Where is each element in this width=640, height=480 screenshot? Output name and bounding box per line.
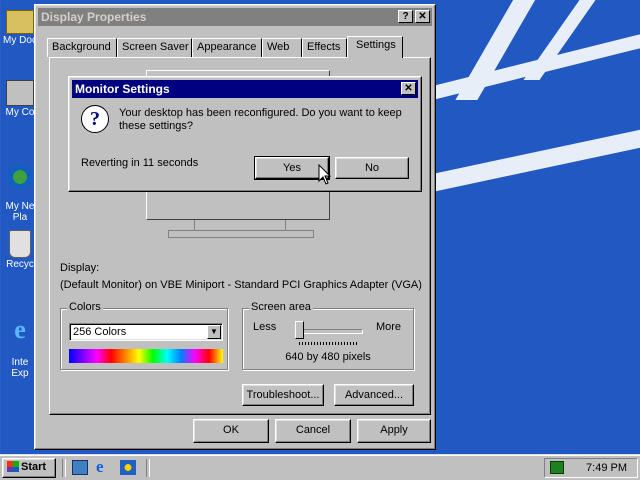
slider-less-label: Less xyxy=(253,321,277,333)
display-settings-tray-icon[interactable] xyxy=(550,461,564,474)
tab-effects[interactable]: Effects xyxy=(302,38,347,57)
apply-button[interactable]: Apply xyxy=(357,419,431,443)
display-adapter-text: (Default Monitor) on VBE Miniport - Stan… xyxy=(60,279,422,291)
desktop-icon-label: My Ne Pla xyxy=(5,201,35,223)
mouse-cursor-icon xyxy=(318,164,332,185)
no-button[interactable]: No xyxy=(335,157,409,179)
color-spectrum-bar xyxy=(69,349,223,363)
ok-button[interactable]: OK xyxy=(193,419,269,443)
tab-background[interactable]: Background xyxy=(47,38,117,57)
my-documents-icon xyxy=(6,10,34,34)
help-button[interactable]: ? xyxy=(398,10,413,23)
colors-legend: Colors xyxy=(67,301,103,313)
resolution-value: 640 by 480 pixels xyxy=(285,351,371,363)
internet-explorer-icon: e xyxy=(14,315,26,344)
tab-appearance[interactable]: Appearance xyxy=(192,38,262,57)
wallpaper-stripe xyxy=(523,0,603,80)
colors-select-value: 256 Colors xyxy=(73,326,127,338)
desktop-icon-label: My Doc xyxy=(3,35,37,46)
tab-settings[interactable]: Settings xyxy=(347,36,403,58)
troubleshoot-button[interactable]: Troubleshoot... xyxy=(242,384,324,406)
clock[interactable]: 7:49 PM xyxy=(586,462,627,474)
tab-label: Appearance xyxy=(197,41,257,53)
dialog-message: Your desktop has been reconfigured. Do y… xyxy=(119,107,402,132)
help-icon: ? xyxy=(402,11,409,22)
taskbar: Start e 7:49 PM xyxy=(0,454,640,480)
display-properties-window: Display Properties ? ✕ Background Screen… xyxy=(34,4,436,450)
show-desktop-icon[interactable] xyxy=(72,460,88,475)
window-titlebar[interactable]: Display Properties ? ✕ xyxy=(38,8,432,26)
desktop-icon-label: Inte Exp xyxy=(11,357,29,379)
cancel-button[interactable]: Cancel xyxy=(275,419,351,443)
wallpaper-stripe xyxy=(430,125,640,193)
question-icon: ? xyxy=(81,105,109,133)
internet-explorer-icon[interactable]: e xyxy=(96,457,114,477)
tab-label: Web xyxy=(267,41,290,53)
slider-more-label: More xyxy=(375,321,401,333)
tab-web[interactable]: Web xyxy=(262,38,302,57)
close-button[interactable]: ✕ xyxy=(415,10,430,23)
dialog-close-button[interactable]: ✕ xyxy=(401,82,416,95)
chevron-down-icon[interactable]: ▼ xyxy=(207,325,221,339)
windows-logo-icon xyxy=(7,461,19,472)
screen-area-legend: Screen area xyxy=(249,301,313,313)
advanced-button[interactable]: Advanced... xyxy=(334,384,414,406)
channels-icon[interactable] xyxy=(120,460,136,475)
screen-area-group: Screen area Less More 640 by 480 pixels xyxy=(242,301,414,370)
taskbar-divider xyxy=(146,459,150,477)
dialog-titlebar[interactable]: Monitor Settings ✕ xyxy=(72,80,418,98)
tab-label: Settings xyxy=(356,39,396,51)
display-label: Display: xyxy=(60,262,100,274)
resolution-slider-thumb[interactable] xyxy=(295,321,304,339)
recycle-bin-icon xyxy=(9,230,31,258)
dialog-title: Monitor Settings xyxy=(75,82,170,96)
countdown-text: Reverting in 11 seconds xyxy=(81,157,199,169)
window-title: Display Properties xyxy=(41,10,147,24)
colors-select[interactable]: 256 Colors ▼ xyxy=(69,323,223,341)
tab-screen-saver[interactable]: Screen Saver xyxy=(117,38,192,57)
my-computer-icon xyxy=(6,80,34,106)
resolution-slider-track xyxy=(295,329,363,334)
start-label: Start xyxy=(21,461,47,473)
desktop-icon-label: Recyc xyxy=(6,259,34,270)
monitor-settings-dialog: Monitor Settings ✕ ? Your desktop has be… xyxy=(68,76,422,192)
taskbar-divider xyxy=(62,459,66,477)
desktop-icon-label: My Co xyxy=(5,107,35,118)
monitor-base xyxy=(168,230,314,238)
close-icon: ✕ xyxy=(418,11,427,22)
network-neighborhood-icon xyxy=(8,165,32,189)
start-button[interactable]: Start xyxy=(2,458,56,478)
tab-label: Background xyxy=(52,41,111,53)
colors-group: Colors 256 Colors ▼ xyxy=(60,301,228,370)
tab-label: Effects xyxy=(307,41,341,53)
slider-ticks xyxy=(299,342,359,345)
tab-label: Screen Saver xyxy=(122,41,189,53)
close-icon: ✕ xyxy=(404,83,413,94)
system-tray: 7:49 PM xyxy=(544,458,638,478)
